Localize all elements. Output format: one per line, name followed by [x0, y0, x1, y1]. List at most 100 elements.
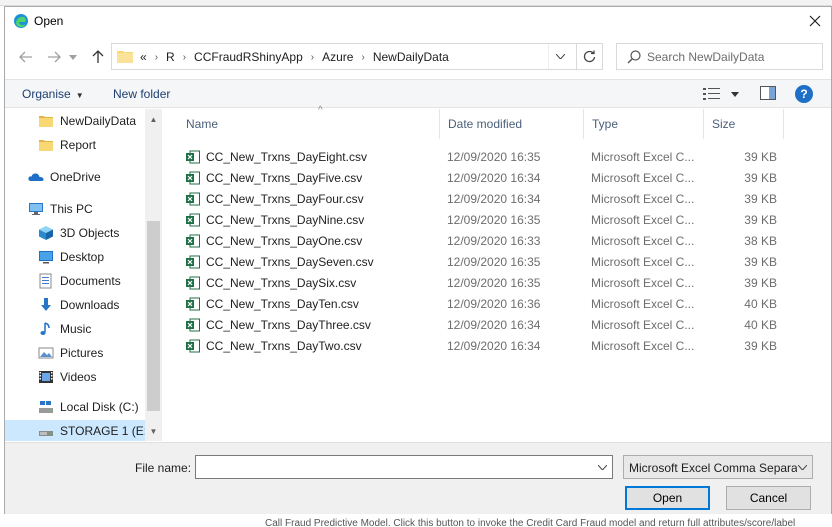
refresh-icon	[583, 50, 596, 63]
close-button[interactable]	[799, 7, 831, 35]
caret-down-icon: ▼	[75, 91, 84, 100]
file-date: 12/09/2020 16:34	[447, 192, 541, 206]
search-input[interactable]	[647, 47, 817, 66]
preview-pane-button[interactable]	[760, 86, 776, 103]
file-row[interactable]: CC_New_Trxns_DaySeven.csv 12/09/2020 16:3…	[178, 252, 778, 273]
scroll-thumb[interactable]	[147, 221, 160, 411]
nav-item-documents[interactable]: Documents	[5, 270, 147, 292]
sort-ascending-icon: ^	[318, 105, 323, 116]
breadcrumb-overflow[interactable]: «	[140, 50, 147, 64]
nav-item-videos[interactable]: Videos	[5, 366, 147, 388]
nav-scrollbar[interactable]: ▲ ▼	[145, 109, 162, 441]
drive-icon	[38, 423, 54, 439]
nav-item-pictures[interactable]: Pictures	[5, 342, 147, 364]
file-name: CC_New_Trxns_DayEight.csv	[206, 150, 367, 164]
file-name-dropdown-button[interactable]	[592, 456, 612, 478]
file-row[interactable]: CC_New_Trxns_DayTen.csv 12/09/2020 16:36 M…	[178, 294, 778, 315]
file-row[interactable]: CC_New_Trxns_DayNine.csv 12/09/2020 16:35…	[178, 210, 778, 231]
folder-icon	[117, 50, 133, 63]
file-name-input[interactable]	[200, 459, 580, 475]
nav-item-3d-objects[interactable]: 3D Objects	[5, 222, 147, 244]
nav-item-onedrive[interactable]: OneDrive	[5, 166, 147, 188]
file-date: 12/09/2020 16:34	[447, 318, 541, 332]
navigation-pane: NewDailyData Report OneDrive This PC 3D …	[5, 109, 163, 441]
file-row[interactable]: CC_New_Trxns_DayTwo.csv 12/09/2020 16:34 M…	[178, 336, 778, 357]
cancel-button[interactable]: Cancel	[726, 486, 811, 510]
address-dropdown-button[interactable]	[548, 44, 572, 69]
new-folder-button[interactable]: New folder	[113, 87, 170, 101]
breadcrumb-item[interactable]: Azure	[322, 50, 353, 64]
column-header-date[interactable]: Date modified	[440, 109, 584, 139]
background-app-text: Call Fraud Predictive Model. Click this …	[0, 514, 832, 527]
chevron-down-icon	[794, 456, 810, 478]
dialog-footer: File name: Microsoft Excel Comma Separat…	[5, 442, 831, 515]
nav-item-label: Report	[60, 138, 97, 152]
file-name: CC_New_Trxns_DayOne.csv	[206, 234, 363, 248]
file-name: CC_New_Trxns_DayFour.csv	[206, 192, 364, 206]
breadcrumb-item[interactable]: CCFraudRShinyApp	[194, 50, 303, 64]
nav-item-label: Documents	[60, 274, 121, 288]
excel-csv-icon	[186, 318, 200, 332]
file-size: 39 KB	[744, 339, 777, 353]
back-button[interactable]	[15, 47, 37, 67]
chevron-down-icon	[597, 464, 607, 470]
nav-item-label: Music	[60, 322, 92, 336]
chevron-right-icon: ›	[361, 51, 365, 63]
file-date: 12/09/2020 16:35	[447, 276, 541, 290]
file-type-select[interactable]: Microsoft Excel Comma Separated Values F…	[623, 455, 813, 479]
file-name-label: File name:	[135, 461, 192, 475]
nav-item-this-pc[interactable]: This PC	[5, 198, 147, 220]
open-file-dialog: Open « › R › CCFraudRShinyApp › Azure › …	[4, 6, 832, 515]
recent-locations-button[interactable]	[67, 47, 79, 67]
excel-csv-icon	[186, 192, 200, 206]
organise-button[interactable]: Organise ▼	[22, 87, 84, 101]
file-size: 39 KB	[744, 213, 777, 227]
file-name: CC_New_Trxns_DaySix.csv	[206, 276, 357, 290]
search-box	[616, 43, 823, 70]
chevron-right-icon: ›	[154, 51, 159, 63]
nav-item-storage[interactable]: STORAGE 1 (E:)	[5, 420, 151, 441]
breadcrumb-item[interactable]: NewDailyData	[373, 50, 449, 64]
file-type: Microsoft Excel C...	[591, 234, 695, 248]
excel-csv-icon	[186, 339, 200, 353]
file-type: Microsoft Excel C...	[591, 255, 695, 269]
nav-item-music[interactable]: Music	[5, 318, 147, 340]
nav-item-desktop[interactable]: Desktop	[5, 246, 147, 268]
forward-button[interactable]	[43, 47, 65, 67]
scroll-up-icon[interactable]: ▲	[145, 111, 162, 127]
arrow-left-icon	[19, 51, 32, 63]
file-row[interactable]: CC_New_Trxns_DayFive.csv 12/09/2020 16:34…	[178, 168, 778, 189]
documents-icon	[38, 273, 54, 289]
excel-csv-icon	[186, 276, 200, 290]
edge-icon	[13, 13, 29, 29]
scroll-down-icon[interactable]: ▼	[145, 423, 162, 439]
address-bar[interactable]: « › R › CCFraudRShinyApp › Azure › NewDa…	[111, 43, 577, 70]
nav-item-label: NewDailyData	[60, 114, 137, 128]
excel-csv-icon	[186, 297, 200, 311]
excel-csv-icon	[186, 150, 200, 164]
change-view-button[interactable]	[703, 85, 743, 103]
help-button[interactable]: ?	[795, 85, 813, 103]
nav-item-report[interactable]: Report	[5, 134, 147, 156]
file-date: 12/09/2020 16:34	[447, 171, 541, 185]
breadcrumb-item[interactable]: R	[166, 50, 175, 64]
up-button[interactable]	[87, 47, 109, 67]
nav-item-label: STORAGE 1 (E:)	[60, 424, 152, 438]
file-row[interactable]: CC_New_Trxns_DayOne.csv 12/09/2020 16:33 M…	[178, 231, 778, 252]
file-row[interactable]: CC_New_Trxns_DayEight.csv 12/09/2020 16:3…	[178, 147, 778, 168]
file-size: 39 KB	[744, 255, 777, 269]
refresh-button[interactable]	[577, 43, 603, 70]
file-row[interactable]: CC_New_Trxns_DayFour.csv 12/09/2020 16:34…	[178, 189, 778, 210]
nav-item-local-disk[interactable]: Local Disk (C:)	[5, 396, 147, 418]
file-size: 39 KB	[744, 150, 777, 164]
column-header-name[interactable]: Name ^	[178, 105, 440, 139]
column-header-size[interactable]: Size	[704, 109, 784, 139]
file-name-field[interactable]	[195, 455, 613, 479]
file-row[interactable]: CC_New_Trxns_DaySix.csv 12/09/2020 16:35 M…	[178, 273, 778, 294]
nav-item-newdailydata[interactable]: NewDailyData	[5, 110, 147, 132]
column-header-type[interactable]: Type	[584, 109, 704, 139]
file-row[interactable]: CC_New_Trxns_DayThree.csv 12/09/2020 16:3…	[178, 315, 778, 336]
dialog-title: Open	[34, 14, 64, 28]
open-button[interactable]: Open	[625, 486, 710, 510]
nav-item-downloads[interactable]: Downloads	[5, 294, 147, 316]
